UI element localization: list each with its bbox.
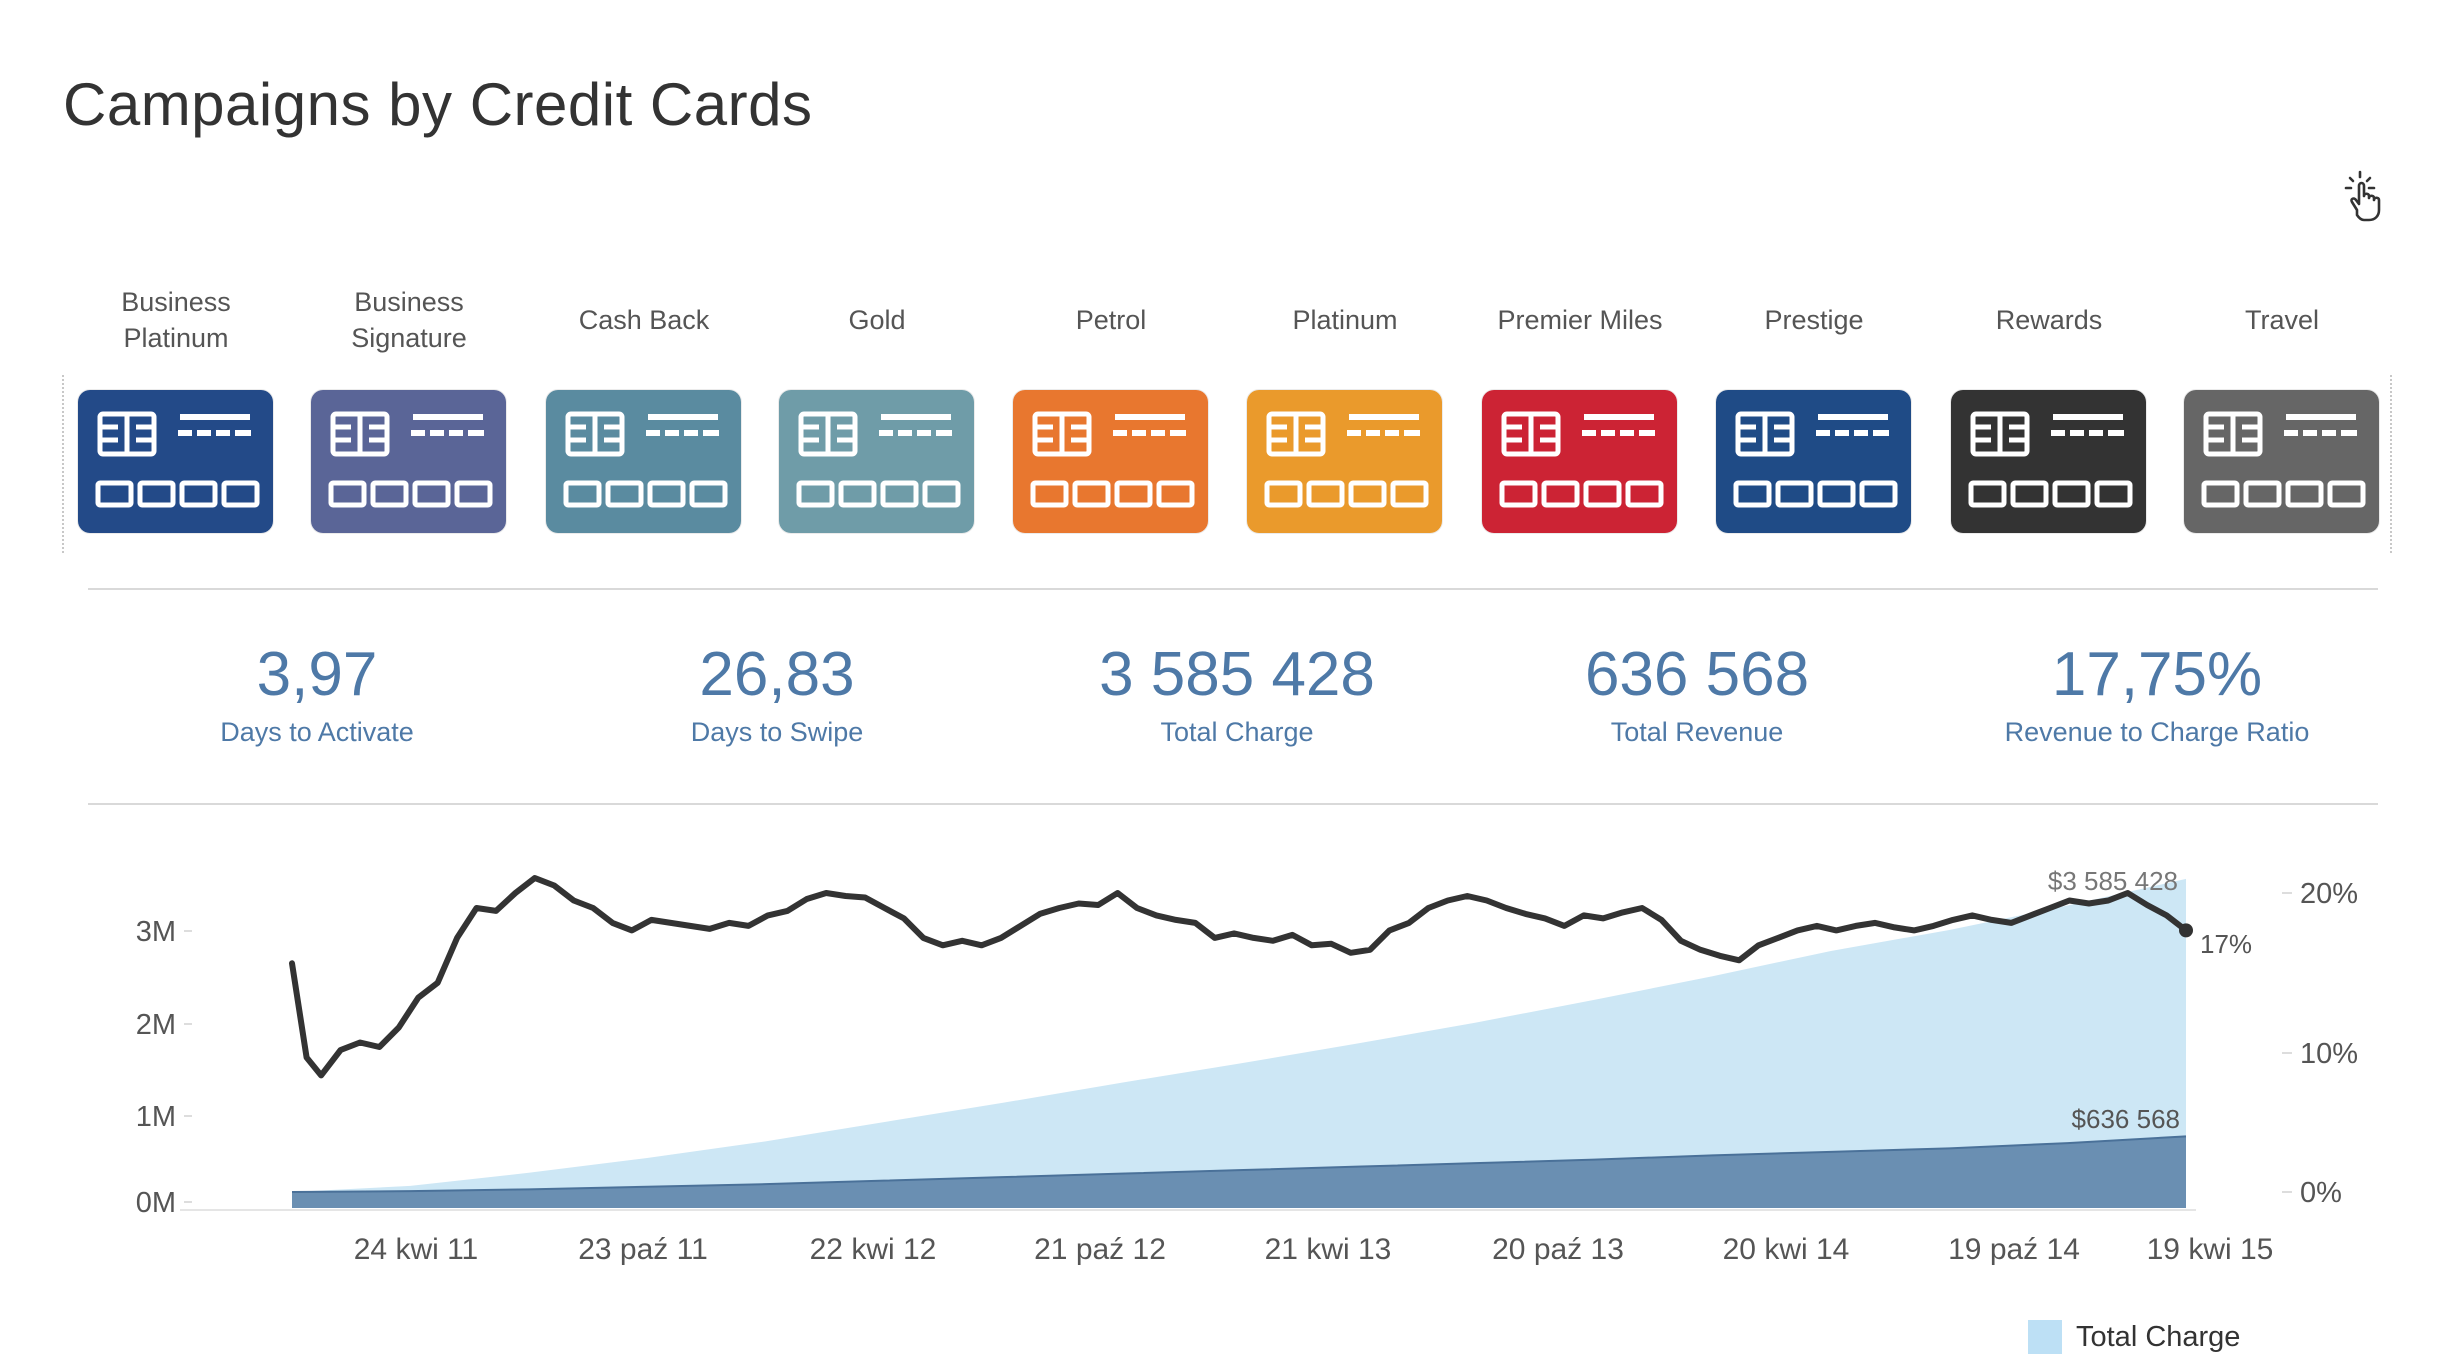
y-right-tick-label: 0% [2300, 1177, 2342, 1209]
ratio-end-label: 17% [2200, 929, 2252, 959]
y-right-tick-label: 20% [2300, 878, 2358, 910]
kpi-tile[interactable]: 636 568 Total Revenue [1477, 635, 1917, 749]
card-label: Platinum [1292, 305, 1398, 335]
x-tick-label: 21 paź 12 [1034, 1233, 1166, 1266]
card-label: Petrol [1075, 305, 1147, 335]
card-label: Prestige [1764, 305, 1864, 335]
card-column[interactable]: Petrol [998, 275, 1224, 365]
touch-gesture-icon[interactable] [2340, 168, 2388, 224]
card-column[interactable]: Premier Miles [1467, 275, 1693, 365]
kpi-label: Total Revenue [1610, 717, 1784, 747]
y-left-tick-label: 2M [136, 1009, 176, 1041]
y-left-tick-label: 0M [136, 1187, 176, 1219]
credit-card-icon[interactable] [1951, 390, 2146, 533]
kpi-label: Days to Swipe [690, 717, 864, 747]
total-revenue-end-label: $636 568 [2072, 1104, 2180, 1134]
kpi-label: Revenue to Charge Ratio [2004, 717, 2310, 747]
kpi-value: 3 585 428 [1099, 640, 1375, 709]
kpi-tile[interactable]: 3,97 Days to Activate [97, 635, 537, 749]
dashboard-title: Campaigns by Credit Cards [63, 71, 813, 138]
credit-card-icon[interactable] [546, 390, 741, 533]
credit-card-icon[interactable] [1482, 390, 1677, 533]
card-column[interactable]: Travel [2169, 275, 2395, 365]
credit-card-icon[interactable] [1716, 390, 1911, 533]
x-tick-label: 24 kwi 11 [354, 1233, 479, 1266]
cumulative-charge-chart[interactable]: 0M 1M 2M 3M 0% 10% 20% 24 kwi 11 23 paź 11 22 kwi… [0, 840, 2454, 1360]
top-divider [88, 588, 2378, 590]
kpi-tile[interactable]: 26,83 Days to Swipe [557, 635, 997, 749]
card-column[interactable]: Business Platinum [63, 275, 289, 365]
card-label: Business Signature [351, 287, 467, 353]
card-column[interactable]: Gold [764, 275, 990, 365]
card-column[interactable]: Cash Back [531, 275, 757, 365]
ratio-end-point[interactable] [2179, 923, 2193, 938]
card-label: Cash Back [578, 305, 710, 335]
x-tick-label: 19 kwi 15 [2147, 1233, 2274, 1266]
kpi-tile[interactable]: 3 585 428 Total Charge [1017, 635, 1457, 749]
y-left-tick-label: 3M [136, 916, 176, 948]
kpi-value: 17,75% [2051, 640, 2263, 709]
kpi-label: Days to Activate [220, 717, 414, 747]
x-tick-label: 20 paź 13 [1492, 1233, 1624, 1266]
x-tick-label: 19 paź 14 [1948, 1233, 2080, 1266]
legend-label-total-charge: Total Charge [2076, 1320, 2241, 1353]
x-tick-label: 21 kwi 13 [1265, 1233, 1392, 1266]
credit-card-icon[interactable] [1247, 390, 1442, 533]
chart-legend[interactable]: Total Charge [2028, 1320, 2240, 1354]
x-tick-label: 22 kwi 12 [810, 1233, 937, 1266]
bottom-divider [88, 803, 2378, 805]
card-label: Gold [848, 305, 906, 335]
y-left-tick-label: 1M [136, 1101, 176, 1133]
credit-card-icon[interactable] [1013, 390, 1208, 533]
x-tick-label: 23 paź 11 [578, 1233, 708, 1266]
total-charge-end-label: $3 585 428 [2048, 866, 2178, 896]
kpi-label: Total Charge [1160, 717, 1314, 747]
card-label: Premier Miles [1497, 305, 1663, 335]
credit-card-icon[interactable] [311, 390, 506, 533]
kpi-value: 26,83 [699, 640, 855, 709]
credit-card-icon[interactable] [779, 390, 974, 533]
kpi-tile[interactable]: 17,75% Revenue to Charge Ratio [1937, 635, 2377, 749]
card-column[interactable]: Business Signature [296, 275, 522, 365]
card-label: Business Platinum [121, 287, 231, 353]
credit-card-icon[interactable] [78, 390, 273, 533]
card-column[interactable]: Prestige [1701, 275, 1927, 365]
legend-swatch-total-charge [2028, 1320, 2062, 1354]
credit-card-icon[interactable] [2184, 390, 2379, 533]
kpi-value: 3,97 [256, 640, 378, 709]
kpi-value: 636 568 [1584, 640, 1810, 709]
card-label: Travel [2244, 305, 2319, 335]
x-tick-label: 20 kwi 14 [1723, 1233, 1850, 1266]
card-column[interactable]: Platinum [1232, 275, 1458, 365]
y-right-tick-label: 10% [2300, 1038, 2358, 1070]
card-label: Rewards [1995, 305, 2103, 335]
card-column[interactable]: Rewards [1936, 275, 2162, 365]
